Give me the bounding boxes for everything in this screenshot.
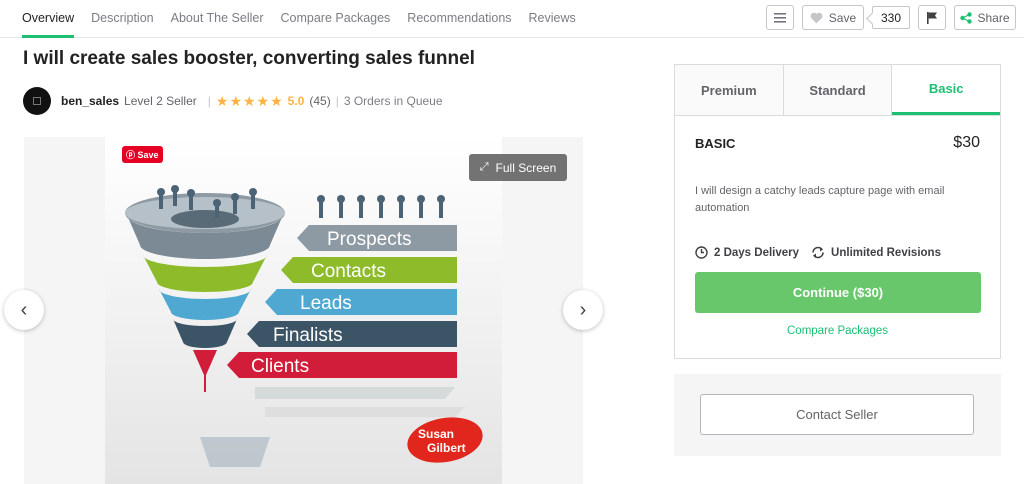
gallery-next-button[interactable]: ›: [563, 290, 603, 330]
package-description: I will design a catchy leads capture pag…: [695, 185, 945, 214]
gig-title: I will create sales booster, converting …: [23, 48, 475, 69]
contact-seller-button[interactable]: Contact Seller: [700, 394, 974, 435]
avatar[interactable]: [23, 87, 51, 115]
gallery-prev-button[interactable]: ‹: [4, 290, 44, 330]
chevron-left-icon: ‹: [20, 298, 28, 321]
tab-recommendations[interactable]: Recommendations: [407, 0, 511, 38]
review-count[interactable]: (45): [309, 94, 330, 108]
pinterest-save-label: Save: [137, 150, 159, 160]
package-tabs: Premium Standard Basic: [675, 65, 1001, 116]
chevron-right-icon: ›: [579, 298, 587, 321]
tab-standard[interactable]: Standard: [783, 65, 893, 115]
save-label: Save: [828, 10, 857, 25]
seller-name[interactable]: ben_sales: [61, 94, 119, 108]
share-label: Share: [977, 10, 1010, 25]
avatar-logo: [33, 97, 41, 105]
funnel-label-contacts: Contacts: [311, 261, 386, 282]
revisions-label: Unlimited Revisions: [831, 246, 941, 259]
report-button[interactable]: [918, 5, 946, 30]
sales-funnel-illustration: Prospects Contacts Leads Finalists Clien…: [125, 185, 483, 467]
share-icon: [960, 11, 973, 24]
star-rating-icons: ★★★★★: [215, 92, 284, 109]
tab-basic[interactable]: Basic: [892, 65, 1001, 115]
orders-in-queue: 3 Orders in Queue: [343, 94, 443, 108]
tab-compare-packages[interactable]: Compare Packages: [281, 0, 391, 38]
heart-icon: [810, 12, 823, 23]
fullscreen-button[interactable]: ⤢ Full Screen: [469, 154, 567, 181]
compare-packages-link[interactable]: Compare Packages: [675, 325, 1000, 337]
clock-icon: [695, 246, 708, 259]
gallery-slide: Prospects Contacts Leads Finalists Clien…: [105, 137, 502, 484]
tab-description[interactable]: Description: [91, 0, 154, 38]
tab-reviews[interactable]: Reviews: [529, 0, 576, 38]
divider: |: [207, 94, 211, 108]
pinterest-icon: ⓟ: [126, 150, 138, 160]
share-button[interactable]: Share: [954, 5, 1016, 30]
gig-nav-bar: Overview Description About The Seller Co…: [0, 0, 1024, 38]
package-card: Premium Standard Basic BASIC $30 I will …: [674, 64, 1001, 359]
contact-seller-panel: Contact Seller: [674, 374, 1001, 456]
delivery-label: 2 Days Delivery: [714, 246, 800, 259]
logo-text-line1: Susan: [418, 427, 454, 441]
fullscreen-label: Full Screen: [495, 160, 557, 175]
menu-icon: [773, 12, 786, 23]
package-price: $30: [953, 134, 980, 151]
gig-actions: Save 330 Share: [758, 5, 1016, 30]
divider: |: [335, 94, 339, 108]
continue-button[interactable]: Continue ($30): [695, 272, 981, 313]
refresh-icon: [812, 246, 824, 259]
tab-premium[interactable]: Premium: [675, 65, 784, 115]
revisions: Unlimited Revisions: [811, 246, 941, 259]
gig-nav-tabs: Overview Description About The Seller Co…: [22, 0, 593, 38]
tab-about-seller[interactable]: About The Seller: [171, 0, 264, 38]
seller-overview: ben_sales Level 2 Seller | ★★★★★ 5.0 (45…: [23, 87, 443, 115]
gig-gallery: Prospects Contacts Leads Finalists Clien…: [4, 137, 603, 484]
package-meta: 2 Days Delivery Unlimited Revisions: [695, 246, 953, 259]
rating-score: 5.0: [287, 94, 305, 108]
save-count: 330: [871, 6, 910, 29]
funnel-label-clients: Clients: [251, 356, 309, 377]
menu-button[interactable]: [765, 5, 794, 30]
expand-icon: ⤢: [479, 161, 489, 173]
delivery-time: 2 Days Delivery: [695, 246, 799, 259]
funnel-label-finalists: Finalists: [273, 325, 343, 346]
tab-overview[interactable]: Overview: [22, 0, 75, 38]
flag-icon: [926, 11, 937, 24]
package-name: BASIC: [695, 136, 736, 151]
pinterest-save-button[interactable]: ⓟ Save: [122, 146, 163, 163]
funnel-label-leads: Leads: [300, 293, 352, 314]
seller-level: Level 2 Seller: [124, 94, 197, 108]
funnel-label-prospects: Prospects: [327, 229, 411, 250]
save-button[interactable]: Save: [801, 5, 864, 30]
logo-text-line2: Gilbert: [427, 441, 466, 455]
